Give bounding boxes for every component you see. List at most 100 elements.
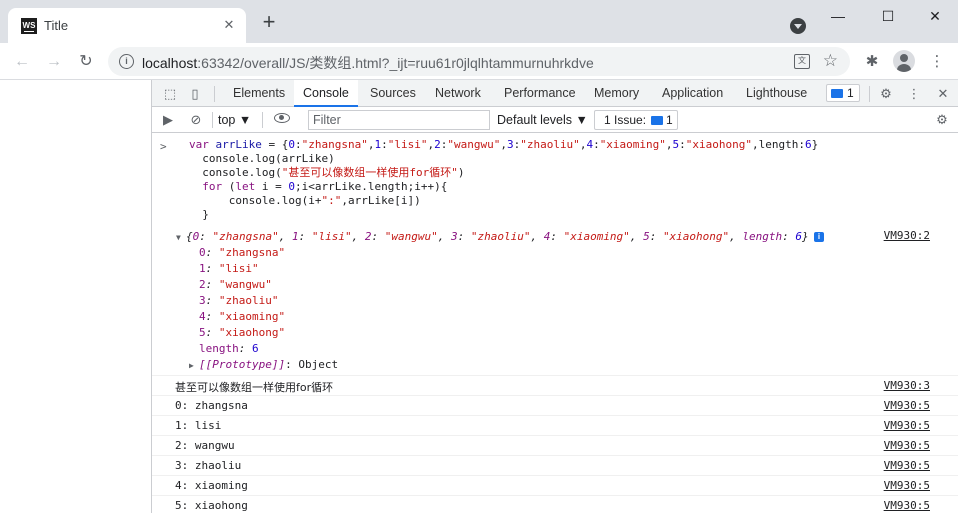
source-link[interactable]: VM930:2 xyxy=(884,229,930,242)
log-message: 0: zhangsna xyxy=(175,399,248,412)
log-message: 3: zhaoliu xyxy=(175,459,242,472)
prompt-chevron-icon: > xyxy=(160,140,167,153)
page-viewport xyxy=(0,80,152,513)
tab-search-icon[interactable] xyxy=(790,18,806,34)
tab-sources[interactable]: Sources xyxy=(369,80,417,107)
tab-console[interactable]: Console xyxy=(294,80,358,107)
console-log-row: 3: zhaoliu VM930:5 xyxy=(152,455,958,475)
issue-label: 1 Issue: xyxy=(604,113,647,127)
console-log-row: 2: wangwu VM930:5 xyxy=(152,435,958,455)
forward-icon[interactable]: → xyxy=(42,50,66,74)
profile-avatar-icon[interactable] xyxy=(893,50,915,72)
log-levels-dropdown[interactable]: Default levels ▼ xyxy=(497,111,588,129)
object-property: 0: "zhangsna" xyxy=(199,246,286,259)
log-message: 1: lisi xyxy=(175,419,222,432)
context-value: top xyxy=(218,113,236,127)
object-property: 3: "zhaoliu" xyxy=(199,294,279,307)
webstorm-icon: WS xyxy=(21,18,37,34)
new-tab-button[interactable]: + xyxy=(258,11,280,34)
back-icon[interactable]: ← xyxy=(10,50,34,74)
object-property: 1: "lisi" xyxy=(199,262,259,275)
issue-count: 1 xyxy=(666,113,673,127)
console-log-row: 0: zhangsna VM930:5 xyxy=(152,395,958,415)
issue-icon xyxy=(831,89,843,98)
console-toolbar: ▶ ⊘ top ▼ Default levels ▼ 1 Issue: 1 ⚙ xyxy=(152,107,958,133)
object-property: 2: "wangwu" xyxy=(199,278,272,291)
info-icon[interactable]: i xyxy=(814,232,824,242)
source-link[interactable]: VM930:5 xyxy=(884,419,930,432)
source-link[interactable]: VM930:5 xyxy=(884,459,930,472)
live-expression-eye-icon[interactable] xyxy=(274,113,290,123)
close-icon[interactable]: ✕ xyxy=(220,16,238,34)
maximize-icon[interactable]: ☐ xyxy=(868,4,908,28)
url-host: localhost xyxy=(142,55,198,71)
log-message: 2: wangwu xyxy=(175,439,235,452)
code-line: console.log("甚至可以像数组一样使用for循环") xyxy=(189,166,465,179)
source-link[interactable]: VM930:5 xyxy=(884,399,930,412)
object-property: 5: "xiaohong" xyxy=(199,326,286,339)
filter-input[interactable] xyxy=(308,110,490,130)
url-text[interactable]: localhost:63342/overall/JS/类数组.html?_ijt… xyxy=(142,53,594,73)
bookmark-star-icon[interactable]: ☆ xyxy=(823,51,838,71)
minimize-icon[interactable]: — xyxy=(818,4,858,28)
translate-icon[interactable]: 文 xyxy=(794,54,810,69)
console-log-row: 4: xiaoming VM930:5 xyxy=(152,475,958,495)
tab-application[interactable]: Application xyxy=(661,80,724,107)
divider xyxy=(212,112,213,128)
source-link[interactable]: VM930:3 xyxy=(884,379,930,392)
tab-performance[interactable]: Performance xyxy=(503,80,577,107)
code-line: } xyxy=(189,208,209,221)
tab-memory[interactable]: Memory xyxy=(593,80,640,107)
device-toolbar-icon[interactable]: ▯ xyxy=(185,84,205,104)
menu-kebab-icon[interactable]: ⋮ xyxy=(926,51,948,73)
tab-elements[interactable]: Elements xyxy=(232,80,286,107)
url-path: :63342/overall/JS/类数组.html?_ijt=ruu61r0j… xyxy=(197,55,594,71)
log-message: 5: xiaohong xyxy=(175,499,248,512)
settings-gear-icon[interactable]: ⚙ xyxy=(876,84,896,104)
console-log-row: 甚至可以像数组一样使用for循环 VM930:3 xyxy=(152,375,958,395)
devtools-tab-bar: ⬚ ▯ Elements Console Sources Network Per… xyxy=(152,80,958,107)
object-property: length: 6 xyxy=(199,342,259,355)
object-preview[interactable]: {0: "zhangsna", 1: "lisi", 2: "wangwu", … xyxy=(186,229,809,245)
tab-title: Title xyxy=(44,18,69,33)
source-link[interactable]: VM930:5 xyxy=(884,499,930,512)
issues-counter-button[interactable]: 1 xyxy=(826,84,860,102)
code-line: var arrLike = {0:"zhangsna",1:"lisi",2:"… xyxy=(189,138,819,151)
browser-toolbar: ← → ↻ i localhost:63342/overall/JS/类数组.h… xyxy=(0,43,958,80)
tab-strip: WS Title ✕ + — ☐ ✕ xyxy=(0,0,958,43)
issues-button[interactable]: 1 Issue: 1 xyxy=(594,110,678,130)
console-log-row: 5: xiaohong VM930:5 xyxy=(152,495,958,515)
log-message: 4: xiaoming xyxy=(175,479,248,492)
reload-icon[interactable]: ↻ xyxy=(74,50,98,74)
close-devtools-icon[interactable]: ✕ xyxy=(933,84,953,104)
code-line: console.log(arrLike) xyxy=(189,152,335,165)
levels-label: Default levels xyxy=(497,113,573,127)
code-line: for (let i = 0;i<arrLike.length;i++){ xyxy=(202,180,448,193)
object-property: 4: "xiaoming" xyxy=(199,310,286,323)
source-link[interactable]: VM930:5 xyxy=(884,439,930,452)
window-close-icon[interactable]: ✕ xyxy=(915,4,955,28)
devtools-panel: ⬚ ▯ Elements Console Sources Network Per… xyxy=(152,80,958,513)
divider xyxy=(262,112,263,128)
address-bar[interactable]: i localhost:63342/overall/JS/类数组.html?_i… xyxy=(108,47,850,76)
extensions-puzzle-icon[interactable]: ✱ xyxy=(861,51,883,73)
sidebar-toggle-icon[interactable]: ▶ xyxy=(158,110,178,130)
prototype-property[interactable]: [[Prototype]]: Object xyxy=(199,357,338,373)
console-settings-gear-icon[interactable]: ⚙ xyxy=(932,110,952,130)
browser-tab[interactable]: WS Title ✕ xyxy=(8,8,246,43)
console-output[interactable]: > var arrLike = {0:"zhangsna",1:"lisi",2… xyxy=(152,133,958,513)
divider xyxy=(214,86,215,102)
tab-lighthouse[interactable]: Lighthouse xyxy=(745,80,808,107)
source-link[interactable]: VM930:5 xyxy=(884,479,930,492)
expand-triangle-icon[interactable]: ▼ xyxy=(176,233,181,242)
info-icon[interactable]: i xyxy=(119,54,134,69)
tab-network[interactable]: Network xyxy=(434,80,482,107)
inspect-element-icon[interactable]: ⬚ xyxy=(160,84,180,104)
issue-icon xyxy=(651,116,663,125)
context-selector[interactable]: top ▼ xyxy=(218,111,251,129)
code-line: console.log(i+":",arrLike[i]) xyxy=(189,194,421,207)
clear-console-icon[interactable]: ⊘ xyxy=(186,110,206,130)
expand-triangle-icon[interactable]: ▶ xyxy=(189,361,194,370)
issues-count: 1 xyxy=(847,86,854,100)
more-options-icon[interactable]: ⋮ xyxy=(904,84,924,104)
